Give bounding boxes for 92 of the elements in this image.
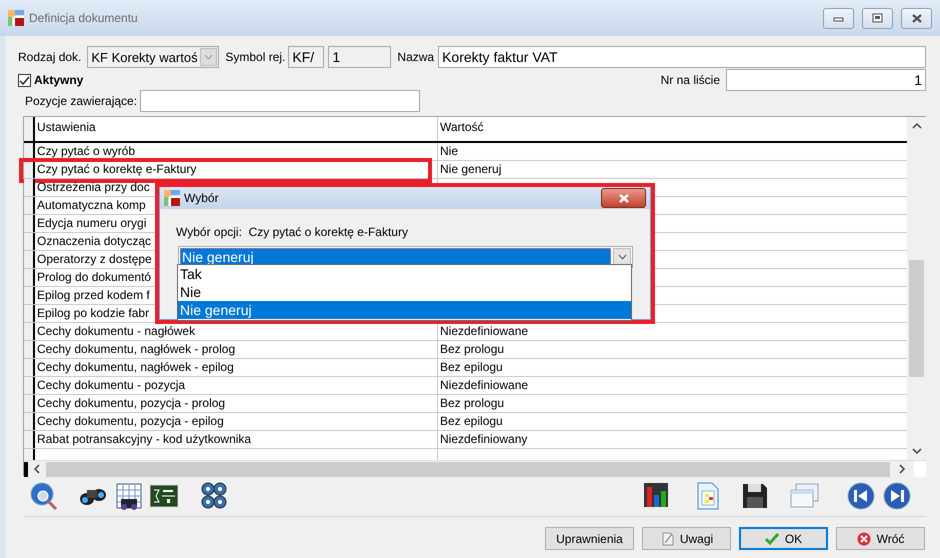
row-header[interactable] <box>24 179 35 196</box>
cancel-icon <box>856 532 871 546</box>
chevron-down-icon <box>618 254 626 260</box>
row-header[interactable] <box>24 215 35 232</box>
save-button[interactable] <box>740 481 770 511</box>
setting-cell[interactable]: Cechy dokumentu - pozycja <box>35 377 438 394</box>
chevron-down-icon <box>912 447 922 455</box>
setting-cell[interactable]: Rabat potransakcyjny - kod użytkownika <box>35 431 438 448</box>
row-header[interactable] <box>24 233 35 250</box>
document-type-dropdown[interactable]: KF Korekty wartoś <box>87 46 220 68</box>
chevron-left-icon <box>33 464 41 474</box>
close-icon <box>910 12 922 24</box>
grid-search-icon <box>115 481 143 511</box>
dialog-button[interactable]: Wróć <box>836 527 925 550</box>
chevron-right-icon <box>898 464 906 474</box>
row-header[interactable] <box>24 323 35 340</box>
first-record-button[interactable] <box>846 481 876 511</box>
value-cell[interactable]: Bez prologu <box>438 395 907 412</box>
setting-cell[interactable]: Cechy dokumentu, pozycja - epilog <box>35 413 438 430</box>
dialog-button[interactable]: Uwagi <box>642 527 731 550</box>
save-icon <box>740 481 770 511</box>
row-header[interactable] <box>24 269 35 286</box>
last-record-icon <box>882 481 912 511</box>
row-header[interactable] <box>24 431 35 448</box>
grid-search-button[interactable] <box>115 481 143 511</box>
close-button[interactable] <box>601 188 646 208</box>
gears-icon <box>199 481 229 511</box>
maximize-icon <box>872 13 883 23</box>
row-header[interactable] <box>24 395 35 412</box>
value-cell[interactable]: Bez epilogu <box>438 359 907 376</box>
setting-cell[interactable]: Cechy dokumentu, nagłówek - epilog <box>35 359 438 376</box>
minimize-button[interactable] <box>823 8 854 28</box>
field-label: Nr na liście <box>660 73 720 87</box>
active-checkbox[interactable] <box>18 74 31 86</box>
column-header[interactable]: Ustawienia <box>35 117 438 141</box>
checkbox-label: Aktywny <box>34 73 84 87</box>
value-cell[interactable]: Bez prologu <box>438 341 907 358</box>
row-header[interactable] <box>24 161 35 178</box>
setting-cell[interactable]: Cechy dokumentu, pozycja - prolog <box>35 395 438 412</box>
row-header[interactable] <box>24 341 35 358</box>
close-button[interactable] <box>901 8 932 28</box>
dropdown-option[interactable]: Nie <box>178 283 631 301</box>
app-icon <box>8 10 24 26</box>
column-header[interactable]: Wartość <box>438 117 907 141</box>
row-header[interactable] <box>24 251 35 268</box>
prompt-text: Wybór opcji: Czy pytać o korektę e-Faktury <box>176 225 409 239</box>
close-icon <box>618 192 630 204</box>
field-label: Nazwa <box>397 50 434 64</box>
setting-cell[interactable]: Czy pytać o korektę e-Faktury <box>35 161 438 178</box>
symbol-number-field[interactable]: 1 <box>328 46 392 68</box>
first-record-icon <box>846 481 876 511</box>
scroll-marker <box>24 462 28 476</box>
list-number-field[interactable]: 1 <box>726 69 926 91</box>
row-header[interactable] <box>24 377 35 394</box>
check-icon <box>764 532 779 545</box>
setting-cell[interactable]: Czy pytać o wyrób <box>35 143 438 160</box>
row-header[interactable] <box>24 287 35 304</box>
vertical-scrollbar[interactable] <box>907 117 926 460</box>
horizontal-scrollbar[interactable] <box>24 460 926 477</box>
name-field[interactable]: Korekty faktur VAT <box>438 46 926 68</box>
value-cell[interactable]: Nie <box>438 143 907 160</box>
row-header[interactable] <box>24 359 35 376</box>
value-cell[interactable]: Bez epilogu <box>438 413 907 430</box>
gears-button[interactable] <box>199 481 229 511</box>
value-cell[interactable]: Nie generuj <box>438 161 907 178</box>
field-label: Pozycje zawierające: <box>25 94 138 108</box>
value-cell[interactable]: Niezdefiniowany <box>438 431 907 448</box>
dialog-title: Wybór <box>184 191 220 205</box>
value-cell[interactable]: Niezdefiniowane <box>438 323 907 340</box>
last-record-button[interactable] <box>882 481 912 511</box>
window-title: Definicja dokumentu <box>29 11 139 25</box>
row-header[interactable] <box>24 305 35 322</box>
check-icon <box>19 76 30 84</box>
note-icon <box>660 531 674 546</box>
row-header[interactable] <box>24 413 35 430</box>
dialog-button[interactable]: Uprawnienia <box>545 527 634 550</box>
chevron-down-icon <box>204 54 214 60</box>
contains-items-field[interactable] <box>140 90 420 112</box>
dropdown-option[interactable]: Nie generuj <box>178 301 631 319</box>
field-label: Rodzaj dok. <box>18 50 82 64</box>
field-label: Symbol rej. <box>225 50 286 64</box>
value-cell[interactable]: Niezdefiniowane <box>438 377 907 394</box>
setting-cell[interactable]: Cechy dokumentu, nagłówek - prolog <box>35 341 438 358</box>
maximize-button[interactable] <box>862 8 893 28</box>
symbol-prefix-field[interactable]: KF/ <box>288 46 324 68</box>
row-header[interactable] <box>24 197 35 214</box>
dialog-button[interactable]: OK <box>739 527 828 550</box>
setting-cell[interactable]: Cechy dokumentu - nagłówek <box>35 323 438 340</box>
chevron-up-icon <box>912 122 922 130</box>
app-icon <box>164 190 180 206</box>
scrollbar-corner <box>914 461 926 477</box>
dropdown-option[interactable]: Tak <box>178 265 631 283</box>
